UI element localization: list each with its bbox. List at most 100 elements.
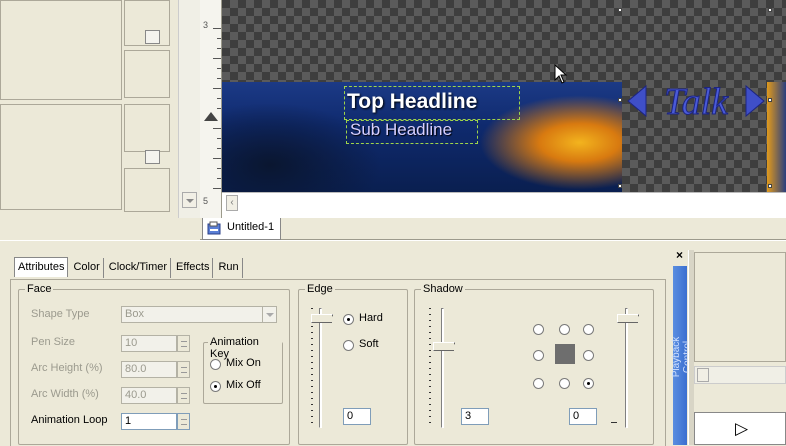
thumbnail-scrollbar[interactable]	[178, 0, 200, 218]
arc-width-value: 40.0	[125, 389, 147, 401]
playback-preview-area	[694, 252, 786, 362]
thumbnail-slot[interactable]	[124, 168, 170, 212]
properties-panel: Attributes Color Clock/Timer Effects Run Fac…	[0, 240, 786, 446]
shadow-softness-track[interactable]	[625, 308, 628, 428]
tab-clock-timer[interactable]: Clock/Timer	[106, 258, 172, 278]
shadow-dir-top-right-radio[interactable]	[583, 324, 594, 335]
close-icon[interactable]: ×	[676, 248, 683, 262]
resize-handle[interactable]	[618, 184, 622, 188]
sub-headline-text[interactable]: Sub Headline	[350, 120, 452, 140]
mix-off-label: Mix Off	[226, 379, 261, 391]
shadow-softness-field[interactable]: 0	[569, 408, 597, 425]
tab-run[interactable]: Run	[215, 258, 243, 278]
thumbnail-icon	[145, 150, 160, 164]
animation-loop-stepper[interactable]	[177, 413, 190, 430]
resize-handle[interactable]	[768, 8, 772, 12]
ruler-mark: 3	[203, 20, 209, 30]
pen-size-field[interactable]: 10	[121, 335, 177, 352]
arc-width-stepper[interactable]	[177, 387, 190, 404]
graphics-canvas[interactable]: Top Headline Sub Headline Talk	[222, 0, 786, 192]
thumbnail-slot[interactable]	[124, 50, 170, 98]
edge-hard-label: Hard	[359, 312, 383, 324]
face-group: Face Shape Type Box Pen Size 10 Arc Heig…	[18, 283, 290, 445]
thumbnail-large[interactable]	[0, 104, 122, 210]
slider-tick	[611, 422, 617, 423]
mix-on-label: Mix On	[226, 357, 261, 369]
shadow-softness-thumb[interactable]	[617, 314, 644, 324]
chevron-down-icon	[186, 199, 194, 203]
shadow-group-label: Shadow	[421, 283, 465, 295]
shadow-dir-right-radio[interactable]	[583, 350, 594, 361]
chevron-left-icon: ‹	[230, 197, 234, 208]
edge-value: 0	[347, 410, 354, 422]
resize-handle[interactable]	[768, 98, 772, 102]
arc-height-stepper[interactable]	[177, 361, 190, 378]
shape-type-label: Shape Type	[31, 308, 90, 320]
scroll-left-button[interactable]	[697, 368, 709, 382]
shadow-group: Shadow 3 0	[414, 283, 654, 445]
shadow-dir-left-radio[interactable]	[533, 350, 544, 361]
animation-key-group: Animation Key Mix On Mix Off	[203, 336, 283, 404]
attribute-tab-strip: Attributes Color Clock/Timer Effects Run	[14, 257, 245, 279]
arc-height-field[interactable]: 80.0	[121, 361, 177, 378]
tab-color[interactable]: Color	[70, 258, 104, 278]
canvas-horizontal-scrollbar[interactable]: ‹	[222, 192, 786, 218]
thumbnail-large[interactable]	[0, 0, 122, 100]
shadow-distance-track[interactable]	[441, 308, 444, 428]
shadow-dir-bottom-radio[interactable]	[559, 378, 570, 389]
shape-type-value: Box	[125, 308, 144, 320]
play-button[interactable]: ▷	[694, 412, 786, 445]
animation-loop-label: Animation Loop	[31, 414, 108, 426]
document-tab-label: Untitled-1	[227, 221, 275, 233]
shadow-distance-value: 3	[465, 410, 472, 422]
playback-scrollbar[interactable]	[694, 366, 786, 384]
pen-size-value: 10	[125, 337, 138, 349]
thumbnail-slot[interactable]	[124, 104, 170, 152]
tab-untitled-1[interactable]: Untitled-1	[202, 218, 282, 240]
edge-soft-label: Soft	[359, 338, 379, 350]
play-icon: ▷	[735, 419, 749, 438]
pen-size-label: Pen Size	[31, 336, 76, 348]
edge-value-field[interactable]: 0	[343, 408, 371, 425]
shadow-dir-bottom-left-radio[interactable]	[533, 378, 544, 389]
mouse-cursor-icon	[554, 64, 568, 84]
edge-slider-thumb[interactable]	[311, 314, 338, 324]
arc-width-label: Arc Width (%)	[31, 388, 99, 400]
arc-height-value: 80.0	[125, 363, 147, 375]
tab-attributes[interactable]: Attributes	[14, 257, 69, 277]
shadow-dir-top-left-radio[interactable]	[533, 324, 544, 335]
edge-slider-track[interactable]	[319, 308, 322, 428]
tab-effects[interactable]: Effects	[173, 258, 214, 278]
shadow-distance-thumb[interactable]	[433, 342, 460, 352]
edge-soft-radio[interactable]	[343, 340, 354, 351]
talk-logo[interactable]: Talk	[626, 80, 766, 122]
thumbnail-icon	[145, 30, 160, 44]
edge-group: Edge Hard Soft 0	[298, 283, 408, 445]
animation-loop-field[interactable]: 1	[121, 413, 177, 430]
resize-handle[interactable]	[618, 8, 622, 12]
shadow-dir-top-radio[interactable]	[559, 324, 570, 335]
ruler-marker-icon[interactable]	[204, 112, 218, 121]
pen-size-stepper[interactable]	[177, 335, 190, 352]
shadow-dir-bottom-right-radio[interactable]	[583, 378, 594, 389]
talk-logo-text: Talk	[664, 81, 729, 122]
layer-thumbnail-panel	[0, 0, 200, 240]
resize-handle[interactable]	[618, 98, 622, 102]
mix-on-radio[interactable]	[210, 359, 221, 370]
edge-slider-ticks	[311, 308, 313, 428]
resize-handle[interactable]	[768, 184, 772, 188]
top-headline-text[interactable]: Top Headline	[347, 90, 477, 114]
document-icon	[207, 221, 221, 235]
shape-type-select[interactable]: Box	[121, 306, 277, 323]
face-group-label: Face	[25, 283, 54, 295]
edge-hard-radio[interactable]	[343, 314, 354, 325]
ruler-mark: 5	[203, 196, 209, 206]
playback-control-bar[interactable]: Playback Control	[671, 266, 693, 445]
animation-loop-value: 1	[125, 415, 132, 427]
chevron-down-icon[interactable]	[262, 306, 277, 323]
mix-off-radio[interactable]	[210, 381, 221, 392]
scroll-down-button[interactable]	[182, 192, 197, 208]
arc-width-field[interactable]: 40.0	[121, 387, 177, 404]
shadow-distance-field[interactable]: 3	[461, 408, 489, 425]
scroll-left-button[interactable]: ‹	[226, 195, 238, 211]
